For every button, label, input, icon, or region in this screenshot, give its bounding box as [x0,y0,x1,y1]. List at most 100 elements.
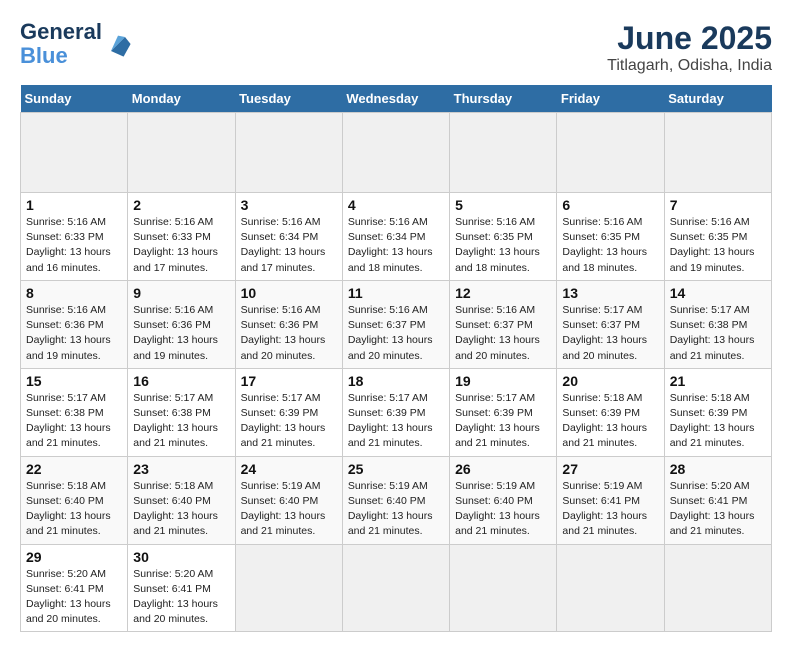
day-info: Sunrise: 5:19 AMSunset: 6:41 PMDaylight:… [562,479,658,540]
day-info: Sunrise: 5:17 AMSunset: 6:39 PMDaylight:… [455,391,551,452]
calendar-cell: 2 Sunrise: 5:16 AMSunset: 6:33 PMDaylight… [128,193,235,281]
calendar-cell: 19 Sunrise: 5:17 AMSunset: 6:39 PMDayligh… [450,368,557,456]
day-number: 16 [133,373,229,389]
logo-icon [104,30,132,58]
day-info: Sunrise: 5:19 AMSunset: 6:40 PMDaylight:… [348,479,444,540]
day-info: Sunrise: 5:16 AMSunset: 6:35 PMDaylight:… [670,215,766,276]
day-number: 5 [455,197,551,213]
day-info: Sunrise: 5:17 AMSunset: 6:39 PMDaylight:… [241,391,337,452]
day-info: Sunrise: 5:19 AMSunset: 6:40 PMDaylight:… [455,479,551,540]
calendar-cell [235,544,342,632]
day-number: 6 [562,197,658,213]
day-info: Sunrise: 5:16 AMSunset: 6:33 PMDaylight:… [133,215,229,276]
calendar-cell [664,544,771,632]
calendar-cell: 18Sunrise: 5:17 AMSunset: 6:39 PMDayligh… [342,368,449,456]
day-number: 27 [562,461,658,477]
calendar-cell [21,113,128,193]
calendar-cell [664,113,771,193]
calendar-cell: 1 Sunrise: 5:16 AMSunset: 6:33 PMDaylight… [21,193,128,281]
day-number: 17 [241,373,337,389]
calendar-cell: 16 Sunrise: 5:17 AMSunset: 6:38 PMDayligh… [128,368,235,456]
calendar-cell [450,544,557,632]
day-info: Sunrise: 5:18 AMSunset: 6:39 PMDaylight:… [670,391,766,452]
day-number: 4 [348,197,444,213]
day-number: 28 [670,461,766,477]
calendar-table: SundayMondayTuesdayWednesdayThursdayFrid… [20,85,772,632]
calendar-header-row: SundayMondayTuesdayWednesdayThursdayFrid… [21,85,772,113]
calendar-week-row: 8 Sunrise: 5:16 AMSunset: 6:36 PMDaylight… [21,280,772,368]
calendar-cell: 15 Sunrise: 5:17 AMSunset: 6:38 PMDayligh… [21,368,128,456]
day-info: Sunrise: 5:18 AMSunset: 6:40 PMDaylight:… [26,479,122,540]
calendar-week-row: 1 Sunrise: 5:16 AMSunset: 6:33 PMDaylight… [21,193,772,281]
day-info: Sunrise: 5:20 AMSunset: 6:41 PMDaylight:… [133,567,229,628]
calendar-cell: 7 Sunrise: 5:16 AMSunset: 6:35 PMDaylight… [664,193,771,281]
calendar-cell: 17 Sunrise: 5:17 AMSunset: 6:39 PMDayligh… [235,368,342,456]
day-number: 23 [133,461,229,477]
calendar-week-row: 29 Sunrise: 5:20 AMSunset: 6:41 PMDayligh… [21,544,772,632]
day-info: Sunrise: 5:16 AMSunset: 6:36 PMDaylight:… [26,303,122,364]
day-info: Sunrise: 5:17 AMSunset: 6:38 PMDaylight:… [133,391,229,452]
day-number: 19 [455,373,551,389]
day-header-wednesday: Wednesday [342,85,449,113]
calendar-cell: 11 Sunrise: 5:16 AMSunset: 6:37 PMDayligh… [342,280,449,368]
day-header-saturday: Saturday [664,85,771,113]
day-header-monday: Monday [128,85,235,113]
day-info: Sunrise: 5:16 AMSunset: 6:35 PMDaylight:… [562,215,658,276]
day-info: Sunrise: 5:20 AMSunset: 6:41 PMDaylight:… [670,479,766,540]
day-number: 11 [348,285,444,301]
day-info: Sunrise: 5:16 AMSunset: 6:33 PMDaylight:… [26,215,122,276]
day-info: Sunrise: 5:16 AMSunset: 6:37 PMDaylight:… [348,303,444,364]
calendar-cell [342,113,449,193]
calendar-cell: 4 Sunrise: 5:16 AMSunset: 6:34 PMDaylight… [342,193,449,281]
day-number: 8 [26,285,122,301]
calendar-week-row: 22 Sunrise: 5:18 AMSunset: 6:40 PMDayligh… [21,456,772,544]
calendar-cell [450,113,557,193]
day-number: 1 [26,197,122,213]
day-info: Sunrise: 5:17 AMSunset: 6:38 PMDaylight:… [670,303,766,364]
day-number: 29 [26,549,122,565]
day-info: Sunrise: 5:16 AMSunset: 6:36 PMDaylight:… [241,303,337,364]
day-info: Sunrise: 5:17 AMSunset: 6:37 PMDaylight:… [562,303,658,364]
day-number: 7 [670,197,766,213]
calendar-cell: 3Sunrise: 5:16 AMSunset: 6:34 PMDaylight… [235,193,342,281]
calendar-week-row [21,113,772,193]
day-info: Sunrise: 5:16 AMSunset: 6:36 PMDaylight:… [133,303,229,364]
day-header-tuesday: Tuesday [235,85,342,113]
calendar-cell: 25 Sunrise: 5:19 AMSunset: 6:40 PMDayligh… [342,456,449,544]
calendar-cell: 8 Sunrise: 5:16 AMSunset: 6:36 PMDaylight… [21,280,128,368]
calendar-body: 1 Sunrise: 5:16 AMSunset: 6:33 PMDaylight… [21,113,772,632]
calendar-cell [557,113,664,193]
calendar-cell: 6 Sunrise: 5:16 AMSunset: 6:35 PMDaylight… [557,193,664,281]
day-number: 25 [348,461,444,477]
day-header-sunday: Sunday [21,85,128,113]
day-number: 15 [26,373,122,389]
day-info: Sunrise: 5:16 AMSunset: 6:37 PMDaylight:… [455,303,551,364]
logo-text: GeneralBlue [20,20,102,68]
calendar-cell: 24Sunrise: 5:19 AMSunset: 6:40 PMDayligh… [235,456,342,544]
day-number: 30 [133,549,229,565]
calendar-cell: 10 Sunrise: 5:16 AMSunset: 6:36 PMDayligh… [235,280,342,368]
main-title: June 2025 [607,20,772,57]
day-info: Sunrise: 5:16 AMSunset: 6:34 PMDaylight:… [348,215,444,276]
day-number: 2 [133,197,229,213]
day-number: 10 [241,285,337,301]
day-info: Sunrise: 5:17 AMSunset: 6:39 PMDaylight:… [348,391,444,452]
day-number: 14 [670,285,766,301]
day-number: 26 [455,461,551,477]
calendar-cell: 28 Sunrise: 5:20 AMSunset: 6:41 PMDayligh… [664,456,771,544]
calendar-cell [128,113,235,193]
day-info: Sunrise: 5:16 AMSunset: 6:35 PMDaylight:… [455,215,551,276]
day-info: Sunrise: 5:19 AMSunset: 6:40 PMDaylight:… [241,479,337,540]
calendar-week-row: 15 Sunrise: 5:17 AMSunset: 6:38 PMDayligh… [21,368,772,456]
day-number: 3 [241,197,337,213]
calendar-cell: 27 Sunrise: 5:19 AMSunset: 6:41 PMDayligh… [557,456,664,544]
day-info: Sunrise: 5:17 AMSunset: 6:38 PMDaylight:… [26,391,122,452]
day-header-thursday: Thursday [450,85,557,113]
calendar-cell: 21 Sunrise: 5:18 AMSunset: 6:39 PMDayligh… [664,368,771,456]
calendar-cell: 30 Sunrise: 5:20 AMSunset: 6:41 PMDayligh… [128,544,235,632]
day-number: 9 [133,285,229,301]
day-number: 22 [26,461,122,477]
page-header: GeneralBlue June 2025 Titlagarh, Odisha,… [20,20,772,75]
day-info: Sunrise: 5:20 AMSunset: 6:41 PMDaylight:… [26,567,122,628]
day-number: 21 [670,373,766,389]
